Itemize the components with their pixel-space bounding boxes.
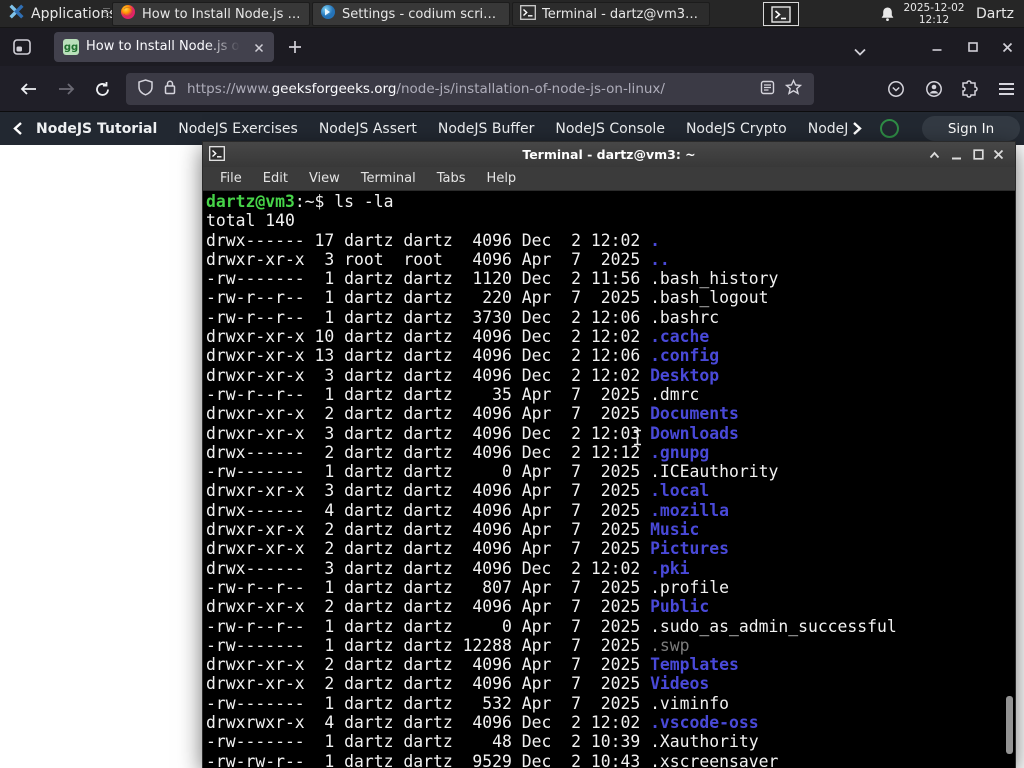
tab-title: How to Install Node.js on [86,39,240,54]
terminal-window-title: Terminal - dartz@vm3: ~ [522,147,696,162]
site-nav-link[interactable]: NodeJS Assert [319,121,417,137]
taskbar-button-label: Settings - codium script... [342,6,502,22]
firefox-view-icon[interactable] [12,37,32,57]
account-icon[interactable] [920,75,948,103]
terminal-titlebar[interactable]: Terminal - dartz@vm3: ~ [203,142,1015,167]
site-nav-link[interactable]: NodeJS Buffer [438,121,535,137]
terminal-menu-terminal[interactable]: Terminal [361,171,416,186]
list-all-tabs-chevron-icon[interactable] [853,42,867,61]
text-cursor-pointer [632,429,643,450]
tracking-shield-icon[interactable] [138,78,153,100]
notification-bell-icon[interactable] [880,6,895,26]
terminal-close-button[interactable] [990,146,1007,163]
terminal-menu-tabs[interactable]: Tabs [437,171,466,186]
url-text: https://www.geeksforgeeks.org/node-js/in… [187,81,750,97]
terminal-menu-edit[interactable]: Edit [263,171,288,186]
terminal-menu-help[interactable]: Help [487,171,517,186]
extensions-icon[interactable] [956,75,984,103]
menu-hamburger-icon[interactable] [992,75,1020,103]
url-path: /node-js/installation-of-node-js-on-linu… [396,81,665,97]
taskbar-button-label: Terminal - dartz@vm3: ~ [542,6,702,22]
site-nav-link[interactable]: NodeJS Console [555,121,665,137]
site-nav-link[interactable]: NodeJS Crypto [686,121,787,137]
window-minimize-button[interactable] [929,39,945,55]
firefox-tab-bar: gg How to Install Node.js on [0,28,1024,66]
reader-mode-icon[interactable] [760,80,775,99]
terminal-icon [520,4,536,24]
bookmark-star-icon[interactable] [784,78,803,99]
nav-scroll-left-icon[interactable] [12,121,24,140]
top-panel: Applications How to Install Node.js o...… [0,0,1024,28]
browser-tab[interactable]: gg How to Install Node.js on [54,32,274,62]
window-close-button[interactable] [999,39,1015,55]
vscodium-icon [320,4,336,24]
user-menu[interactable]: Dartz [976,6,1014,22]
taskbar-button-terminal[interactable]: Terminal - dartz@vm3: ~ [512,2,710,26]
terminal-menubar: File Edit View Terminal Tabs Help [203,167,1015,191]
search-icon[interactable] [880,119,899,138]
tab-close-icon[interactable] [252,40,266,54]
nav-scroll-right-icon[interactable] [851,121,863,140]
clock[interactable]: 2025-12-02 12:12 [903,2,965,26]
terminal-menu-file[interactable]: File [220,171,242,186]
terminal-scrollbar-thumb[interactable] [1006,696,1013,754]
pocket-icon[interactable] [882,75,910,103]
terminal-window[interactable]: Terminal - dartz@vm3: ~ File Edit View Term… [202,141,1016,768]
firefox-toolbar: https://www.geeksforgeeks.org/node-js/in… [0,66,1024,112]
site-nav-link[interactable]: NodeJS DNS [808,121,848,137]
panel-handle [103,8,110,20]
terminal-output: dartz@vm3:~$ ls -la total 140 drwx------… [206,192,897,768]
back-icon[interactable] [14,75,42,103]
lock-icon[interactable] [163,79,177,100]
clock-time: 12:12 [918,13,950,26]
site-nav-link[interactable]: NodeJS Tutorial [36,121,157,137]
taskbar-button-label: How to Install Node.js o... [142,6,302,22]
geeksforgeeks-favicon: gg [63,39,79,55]
window-maximize-button[interactable] [965,39,981,55]
applications-icon [8,3,25,24]
clock-date: 2025-12-02 [903,2,965,14]
firefox-icon [120,4,136,24]
terminal-shade-button[interactable] [926,146,943,163]
site-nav-link[interactable]: NodeJS Exercises [178,121,298,137]
terminal-minimize-button[interactable] [948,146,965,163]
forward-icon[interactable] [52,75,80,103]
url-domain: geeksforgeeks.org [271,81,397,97]
taskbar-button-firefox[interactable]: How to Install Node.js o... [112,2,310,26]
terminal-tray-icon[interactable] [763,2,799,26]
terminal-screen[interactable]: dartz@vm3:~$ ls -la total 140 drwx------… [203,191,1015,768]
reload-icon[interactable] [88,75,116,103]
sign-in-button[interactable]: Sign In [922,116,1020,141]
new-tab-button[interactable] [286,38,304,56]
url-bar[interactable]: https://www.geeksforgeeks.org/node-js/in… [126,73,814,105]
terminal-maximize-button[interactable] [970,146,987,163]
terminal-menu-view[interactable]: View [309,171,340,186]
taskbar-button-vscodium[interactable]: Settings - codium script... [312,2,510,26]
url-prefix: https://www. [187,81,272,97]
